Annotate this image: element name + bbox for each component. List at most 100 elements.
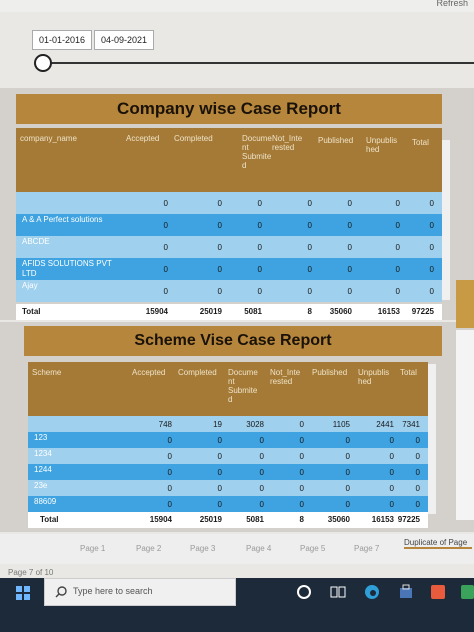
row-value: 0: [163, 264, 168, 274]
start-date-field[interactable]: 01-01-2016: [32, 30, 92, 50]
row-value: 0: [167, 435, 172, 445]
side-panel: [456, 330, 474, 520]
column-header-document-submitted[interactable]: Docume nt Submite d: [228, 368, 262, 404]
row-value: 0: [299, 419, 304, 429]
row-value: 0: [347, 220, 352, 230]
tab-duplicate-of-page[interactable]: Duplicate of Page: [404, 538, 472, 549]
table-row[interactable]: 123 0 0 0 0 0 0 0: [28, 432, 428, 448]
date-slider-track[interactable]: [40, 62, 474, 64]
row-value: 0: [415, 499, 420, 509]
tab-page-4[interactable]: Page 4: [246, 544, 271, 553]
tab-page-3[interactable]: Page 3: [190, 544, 215, 553]
row-value: 0: [347, 286, 352, 296]
row-value: 0: [415, 467, 420, 477]
table-body: 748 19 3028 0 1105 2441 7341 123 0 0 0 0 0 0 0 1234 0 0 0 0…: [28, 416, 428, 512]
table-header: Scheme Accepted Completed Docume nt Subm…: [28, 362, 428, 416]
column-header-unpublished[interactable]: Unpublis hed: [358, 368, 394, 386]
table-row[interactable]: 88609 0 0 0 0 0 0 0: [28, 496, 428, 512]
row-value: 1105: [332, 419, 350, 429]
row-name: 23e: [34, 481, 48, 490]
row-value: 0: [307, 242, 312, 252]
total-label: Total: [40, 515, 59, 524]
row-value: 0: [429, 264, 434, 274]
row-name: 1244: [34, 465, 52, 474]
column-header-completed[interactable]: Completed: [174, 134, 213, 143]
row-value: 0: [347, 198, 352, 208]
row-value: 0: [345, 435, 350, 445]
scheme-table-scrollbar[interactable]: [428, 364, 436, 514]
app-icon-2[interactable]: [460, 584, 474, 600]
column-header-published[interactable]: Published: [312, 368, 347, 377]
edge-browser-icon[interactable]: [364, 584, 380, 600]
table-row[interactable]: 23e 0 0 0 0 0 0 0: [28, 480, 428, 496]
row-value: 0: [345, 467, 350, 477]
column-header-completed[interactable]: Completed: [178, 368, 217, 377]
row-value: 0: [415, 451, 420, 461]
search-icon: [55, 586, 67, 598]
app-icon[interactable]: [430, 584, 446, 600]
row-value: 0: [257, 286, 262, 296]
row-value: 0: [299, 499, 304, 509]
row-value: 0: [217, 220, 222, 230]
table-row[interactable]: Ajay 0 0 0 0 0 0 0: [16, 280, 442, 302]
total-total: 97225: [411, 307, 434, 316]
page-count-status: Page 7 of 10: [8, 568, 54, 577]
table-row[interactable]: AFIDS SOLUTIONS PVT LTD 0 0 0 0 0 0 0: [16, 258, 442, 280]
row-value: 0: [163, 242, 168, 252]
row-value: 0: [307, 264, 312, 274]
date-slider-handle[interactable]: [34, 54, 52, 72]
cortana-icon[interactable]: [296, 584, 312, 600]
row-value: 0: [345, 499, 350, 509]
row-value: 0: [163, 198, 168, 208]
tab-page-5[interactable]: Page 5: [300, 544, 325, 553]
refresh-button[interactable]: Refresh: [436, 0, 468, 8]
column-header-document-submitted[interactable]: Docume nt Submite d: [242, 134, 276, 170]
column-header-company-name[interactable]: company_name: [20, 134, 77, 143]
company-table-scrollbar[interactable]: [442, 140, 450, 300]
row-value: 0: [259, 435, 264, 445]
tab-page-1[interactable]: Page 1: [80, 544, 105, 553]
table-row[interactable]: ABCDE 0 0 0 0 0 0 0: [16, 236, 442, 258]
row-value: 0: [163, 286, 168, 296]
column-header-total[interactable]: Total: [400, 368, 417, 377]
tab-page-2[interactable]: Page 2: [136, 544, 161, 553]
row-value: 0: [167, 499, 172, 509]
side-panel-edge: [456, 280, 474, 328]
end-date-field[interactable]: 04-09-2021: [94, 30, 154, 50]
column-header-accepted[interactable]: Accepted: [126, 134, 159, 143]
total-completed: 25019: [199, 307, 222, 316]
tab-page-7[interactable]: Page 7: [354, 544, 379, 553]
row-value: 0: [259, 451, 264, 461]
row-value: 0: [259, 467, 264, 477]
total-label: Total: [22, 307, 41, 316]
row-name: 123: [34, 433, 48, 442]
column-header-not-interested[interactable]: Not_Inte rested: [270, 368, 310, 386]
column-header-unpublished[interactable]: Unpublis hed: [366, 136, 402, 154]
table-row[interactable]: 0000000: [16, 192, 442, 214]
column-header-total[interactable]: Total: [412, 138, 429, 147]
table-row[interactable]: 748 19 3028 0 1105 2441 7341: [28, 416, 428, 432]
table-row[interactable]: 1244 0 0 0 0 0 0 0: [28, 464, 428, 480]
total-not-interested: 8: [299, 515, 304, 524]
column-header-accepted[interactable]: Accepted: [132, 368, 165, 377]
row-value: 0: [257, 264, 262, 274]
page-tabs-bar: Page 1 Page 2 Page 3 Page 4 Page 5 Page …: [0, 534, 474, 564]
windows-start-icon[interactable]: [16, 586, 30, 600]
row-value: 0: [299, 435, 304, 445]
row-name: ABCDE: [22, 237, 50, 246]
row-value: 19: [213, 419, 222, 429]
column-header-not-interested[interactable]: Not_Inte rested: [272, 134, 312, 152]
taskbar-search[interactable]: Type here to search: [44, 578, 236, 606]
column-header-scheme[interactable]: Scheme: [32, 368, 61, 377]
table-row[interactable]: A & A Perfect solutions 0 0 0 0 0 0 0: [16, 214, 442, 236]
store-icon[interactable]: [398, 584, 414, 600]
column-header-published[interactable]: Published: [318, 136, 353, 145]
row-value: 0: [415, 483, 420, 493]
task-view-icon[interactable]: [330, 584, 346, 600]
row-value: 0: [429, 198, 434, 208]
total-accepted: 15904: [145, 307, 168, 316]
table-row[interactable]: 1234 0 0 0 0 0 0 0: [28, 448, 428, 464]
row-value: 0: [217, 435, 222, 445]
total-document-submitted: 5081: [246, 515, 264, 524]
row-name: A & A Perfect solutions: [22, 215, 103, 224]
